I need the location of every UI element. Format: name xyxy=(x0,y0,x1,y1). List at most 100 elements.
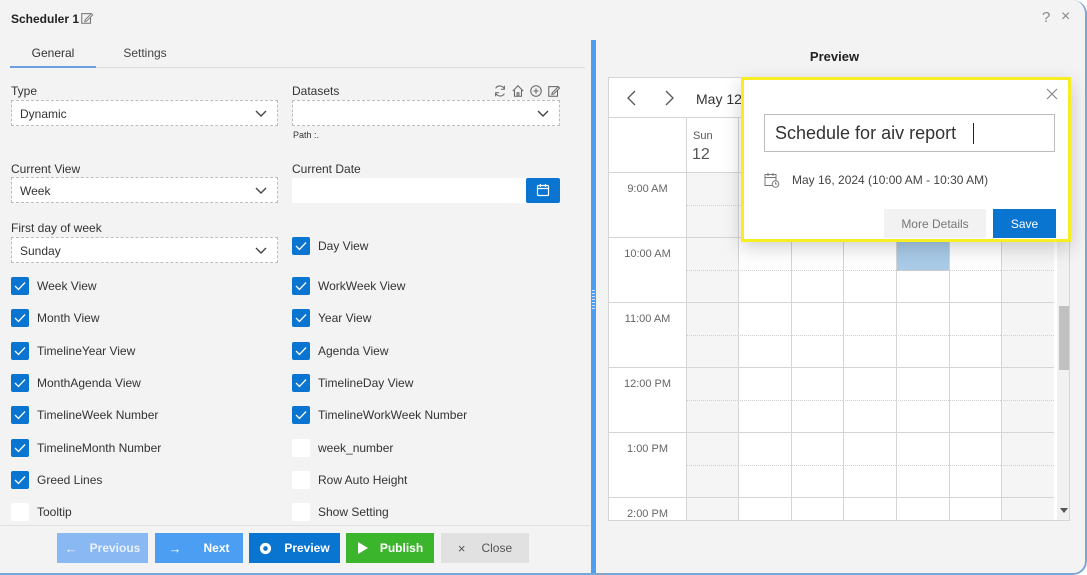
next-button[interactable]: → Next xyxy=(155,533,243,563)
publish-button[interactable]: Publish xyxy=(346,533,434,563)
time-slot[interactable] xyxy=(791,368,843,401)
checkbox-checked-icon[interactable] xyxy=(11,309,29,327)
time-slot[interactable] xyxy=(896,498,949,520)
time-slot[interactable] xyxy=(1001,400,1054,433)
checkbox-timelineday-view[interactable]: TimelineDay View xyxy=(292,373,413,393)
checkbox-checked-icon[interactable] xyxy=(11,374,29,392)
time-slot[interactable] xyxy=(843,270,896,303)
time-slot[interactable] xyxy=(738,368,791,401)
time-slot[interactable] xyxy=(949,303,1001,336)
time-slot[interactable] xyxy=(791,400,843,433)
time-slot[interactable] xyxy=(1001,238,1054,271)
time-slot[interactable] xyxy=(738,270,791,303)
event-subject-input[interactable] xyxy=(764,114,1055,152)
checkbox-checked-icon[interactable] xyxy=(11,439,29,457)
time-slot[interactable] xyxy=(843,400,896,433)
checkbox-timelineworkweek-number[interactable]: TimelineWorkWeek Number xyxy=(292,405,467,425)
time-slot[interactable] xyxy=(843,465,896,498)
chevron-left-icon[interactable] xyxy=(625,89,639,107)
checkbox-checked-icon[interactable] xyxy=(11,406,29,424)
save-button[interactable]: Save xyxy=(993,209,1056,238)
checkbox-row-auto-height[interactable]: Row Auto Height xyxy=(292,470,407,490)
time-slot[interactable] xyxy=(843,498,896,520)
close-button[interactable]: × Close xyxy=(441,533,529,563)
time-slot[interactable] xyxy=(686,368,738,401)
add-circle-icon[interactable] xyxy=(529,84,543,98)
selected-time-slot[interactable] xyxy=(896,238,949,271)
time-slot[interactable] xyxy=(843,335,896,368)
previous-button[interactable]: ← Previous xyxy=(57,533,148,563)
time-slot[interactable] xyxy=(896,433,949,466)
time-slot[interactable] xyxy=(949,433,1001,466)
checkbox-tooltip[interactable]: Tooltip xyxy=(11,502,72,522)
time-slot[interactable] xyxy=(686,400,738,433)
checkbox-checked-icon[interactable] xyxy=(292,277,310,295)
checkbox-timelinemonth-number[interactable]: TimelineMonth Number xyxy=(11,438,161,458)
checkbox-week-view[interactable]: Week View xyxy=(11,276,97,296)
time-slot[interactable] xyxy=(738,465,791,498)
time-slot[interactable] xyxy=(896,335,949,368)
time-slot[interactable] xyxy=(896,303,949,336)
checkbox-month-view[interactable]: Month View xyxy=(11,308,99,328)
close-icon[interactable] xyxy=(1046,88,1058,100)
more-details-button[interactable]: More Details xyxy=(884,209,986,238)
time-slot[interactable] xyxy=(949,368,1001,401)
time-slot[interactable] xyxy=(791,335,843,368)
checkbox-greed-lines[interactable]: Greed Lines xyxy=(11,470,102,490)
scroll-down-icon[interactable] xyxy=(1060,508,1068,513)
time-slot[interactable] xyxy=(738,400,791,433)
time-slot[interactable] xyxy=(791,303,843,336)
time-slot[interactable] xyxy=(686,303,738,336)
time-slot[interactable] xyxy=(843,368,896,401)
home-icon[interactable] xyxy=(511,84,525,98)
time-slot[interactable] xyxy=(791,498,843,520)
time-slot[interactable] xyxy=(738,335,791,368)
time-slot[interactable] xyxy=(686,335,738,368)
checkbox-unchecked-icon[interactable] xyxy=(292,503,310,521)
time-slot[interactable] xyxy=(896,270,949,303)
current-date-input[interactable] xyxy=(292,178,527,203)
time-slot[interactable] xyxy=(949,270,1001,303)
time-slot[interactable] xyxy=(738,498,791,520)
checkbox-unchecked-icon[interactable] xyxy=(292,471,310,489)
checkbox-unchecked-icon[interactable] xyxy=(292,439,310,457)
checkbox-checked-icon[interactable] xyxy=(292,309,310,327)
time-slot[interactable] xyxy=(738,433,791,466)
scrollbar-thumb[interactable] xyxy=(1059,306,1069,370)
checkbox-checked-icon[interactable] xyxy=(292,342,310,360)
time-slot[interactable] xyxy=(686,173,738,206)
checkbox-agenda-view[interactable]: Agenda View xyxy=(292,341,389,361)
current-view-select[interactable]: Week xyxy=(11,177,278,203)
preview-button[interactable]: Preview xyxy=(249,533,340,563)
checkbox-unchecked-icon[interactable] xyxy=(11,503,29,521)
date-range-label[interactable]: May 12 xyxy=(696,91,742,107)
day-date[interactable]: 12 xyxy=(692,146,710,164)
checkbox-show-setting[interactable]: Show Setting xyxy=(292,502,389,522)
time-slot[interactable] xyxy=(686,238,738,271)
checkbox-monthagenda-view[interactable]: MonthAgenda View xyxy=(11,373,141,393)
type-select[interactable]: Dynamic xyxy=(11,100,278,126)
time-slot[interactable] xyxy=(791,238,843,271)
checkbox-checked-icon[interactable] xyxy=(11,471,29,489)
time-slot[interactable] xyxy=(686,498,738,520)
checkbox-day-view[interactable]: Day View xyxy=(292,236,368,256)
refresh-icon[interactable] xyxy=(493,84,507,98)
checkbox-checked-icon[interactable] xyxy=(292,406,310,424)
checkbox-timelineweek-number[interactable]: TimelineWeek Number xyxy=(11,405,158,425)
time-slot[interactable] xyxy=(1001,335,1054,368)
help-icon[interactable]: ? xyxy=(1042,9,1050,26)
time-slot[interactable] xyxy=(1001,368,1054,401)
time-slot[interactable] xyxy=(949,400,1001,433)
close-dialog-icon[interactable]: × xyxy=(1061,8,1070,26)
checkbox-workweek-view[interactable]: WorkWeek View xyxy=(292,276,405,296)
time-slot[interactable] xyxy=(791,465,843,498)
day-header[interactable]: Sun 12 xyxy=(686,118,738,173)
time-slot[interactable] xyxy=(686,205,738,238)
time-slot[interactable] xyxy=(686,465,738,498)
time-slot[interactable] xyxy=(1001,465,1054,498)
tab-general[interactable]: General xyxy=(10,46,96,68)
date-picker-button[interactable] xyxy=(526,178,560,203)
time-slot[interactable] xyxy=(686,433,738,466)
time-slot[interactable] xyxy=(791,433,843,466)
time-slot[interactable] xyxy=(843,303,896,336)
